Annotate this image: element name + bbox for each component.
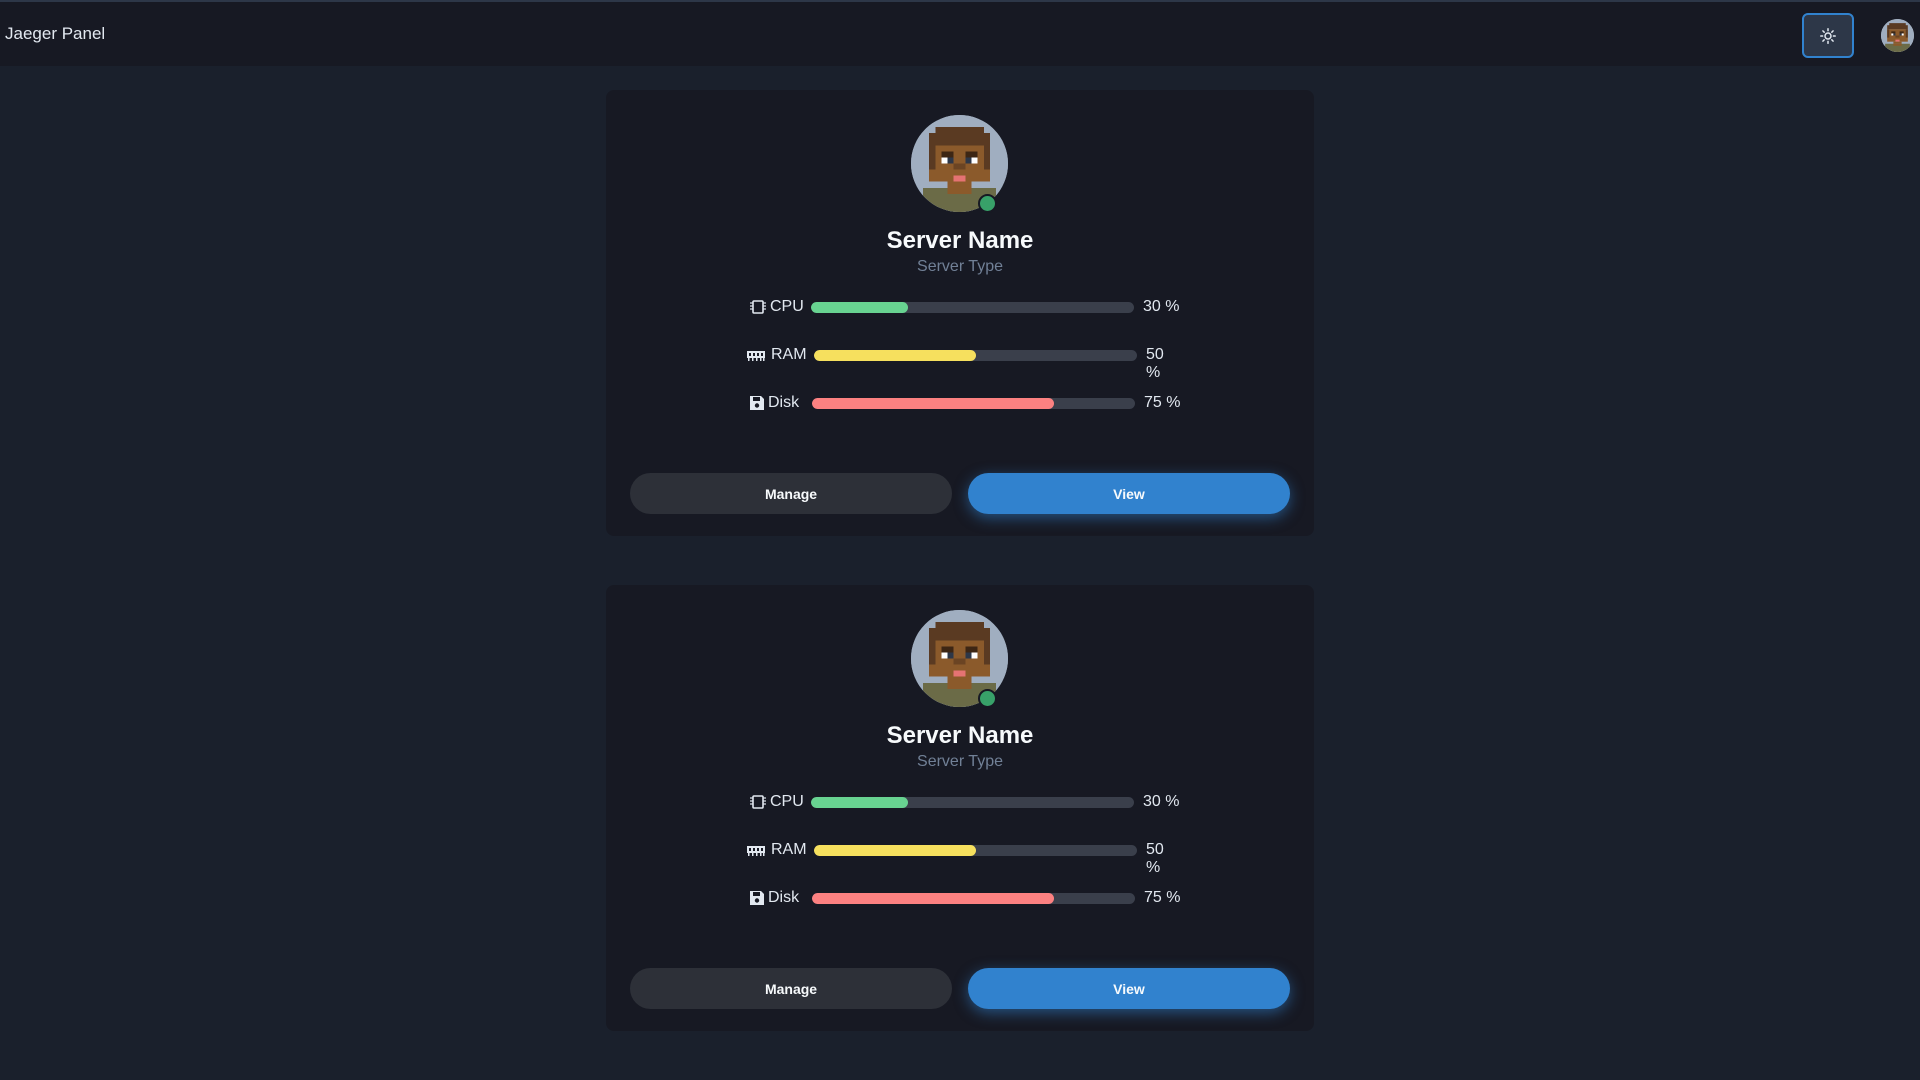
ram-metric: RAM 50 % xyxy=(741,838,1181,876)
server-type: Server Type xyxy=(917,753,1003,770)
disk-progress-bar xyxy=(812,893,1135,904)
server-card: Server Name Server Type CPU 30 % RAM 50 … xyxy=(606,585,1314,1031)
ram-icon xyxy=(747,351,765,361)
metric-label: Disk xyxy=(768,394,800,411)
metric-label: RAM xyxy=(771,346,807,363)
metric-percent: 30 % xyxy=(1143,298,1180,315)
disk-progress-bar xyxy=(812,398,1135,409)
user-avatar[interactable] xyxy=(1881,19,1914,52)
disk-metric: Disk 75 % xyxy=(741,391,1181,415)
disk-progress-fill xyxy=(812,398,1055,409)
server-type: Server Type xyxy=(917,258,1003,275)
ram-progress-bar xyxy=(814,845,1137,856)
cpu-progress-bar xyxy=(811,797,1134,808)
cpu-metric: CPU 30 % xyxy=(741,295,1181,319)
metric-label: Disk xyxy=(768,889,800,906)
theme-toggle-button[interactable] xyxy=(1802,13,1854,58)
ram-metric: RAM 50 % xyxy=(741,343,1181,381)
ram-progress-fill xyxy=(814,350,976,361)
disk-progress-fill xyxy=(812,893,1055,904)
cpu-progress-fill xyxy=(811,302,908,313)
cpu-progress-bar xyxy=(811,302,1134,313)
metric-label: CPU xyxy=(770,298,804,315)
cpu-icon xyxy=(750,300,766,314)
metric-label: CPU xyxy=(770,793,804,810)
server-name: Server Name xyxy=(886,722,1034,749)
ram-progress-bar xyxy=(814,350,1137,361)
ram-progress-fill xyxy=(814,845,976,856)
server-name: Server Name xyxy=(886,227,1034,254)
cpu-metric: CPU 30 % xyxy=(741,790,1181,814)
disk-icon xyxy=(750,396,764,410)
sun-icon xyxy=(1820,27,1836,44)
view-button[interactable]: View xyxy=(968,473,1290,514)
server-card: Server Name Server Type CPU 30 % RAM 50 … xyxy=(606,90,1314,536)
manage-button[interactable]: Manage xyxy=(630,473,952,514)
top-navbar: Jaeger Panel xyxy=(0,0,1920,66)
metric-percent: 30 % xyxy=(1143,793,1180,810)
disk-icon xyxy=(750,891,764,905)
app-title[interactable]: Jaeger Panel xyxy=(5,24,105,44)
online-status-dot xyxy=(978,194,997,213)
disk-metric: Disk 75 % xyxy=(741,886,1181,910)
online-status-dot xyxy=(978,689,997,708)
metric-percent: 75 % xyxy=(1144,394,1181,411)
metric-percent: 50 % xyxy=(1146,346,1164,381)
ram-icon xyxy=(747,846,765,856)
metric-percent: 50 % xyxy=(1146,841,1164,876)
manage-button[interactable]: Manage xyxy=(630,968,952,1009)
cpu-progress-fill xyxy=(811,797,908,808)
metric-percent: 75 % xyxy=(1144,889,1181,906)
cpu-icon xyxy=(750,795,766,809)
metric-label: RAM xyxy=(771,841,807,858)
view-button[interactable]: View xyxy=(968,968,1290,1009)
